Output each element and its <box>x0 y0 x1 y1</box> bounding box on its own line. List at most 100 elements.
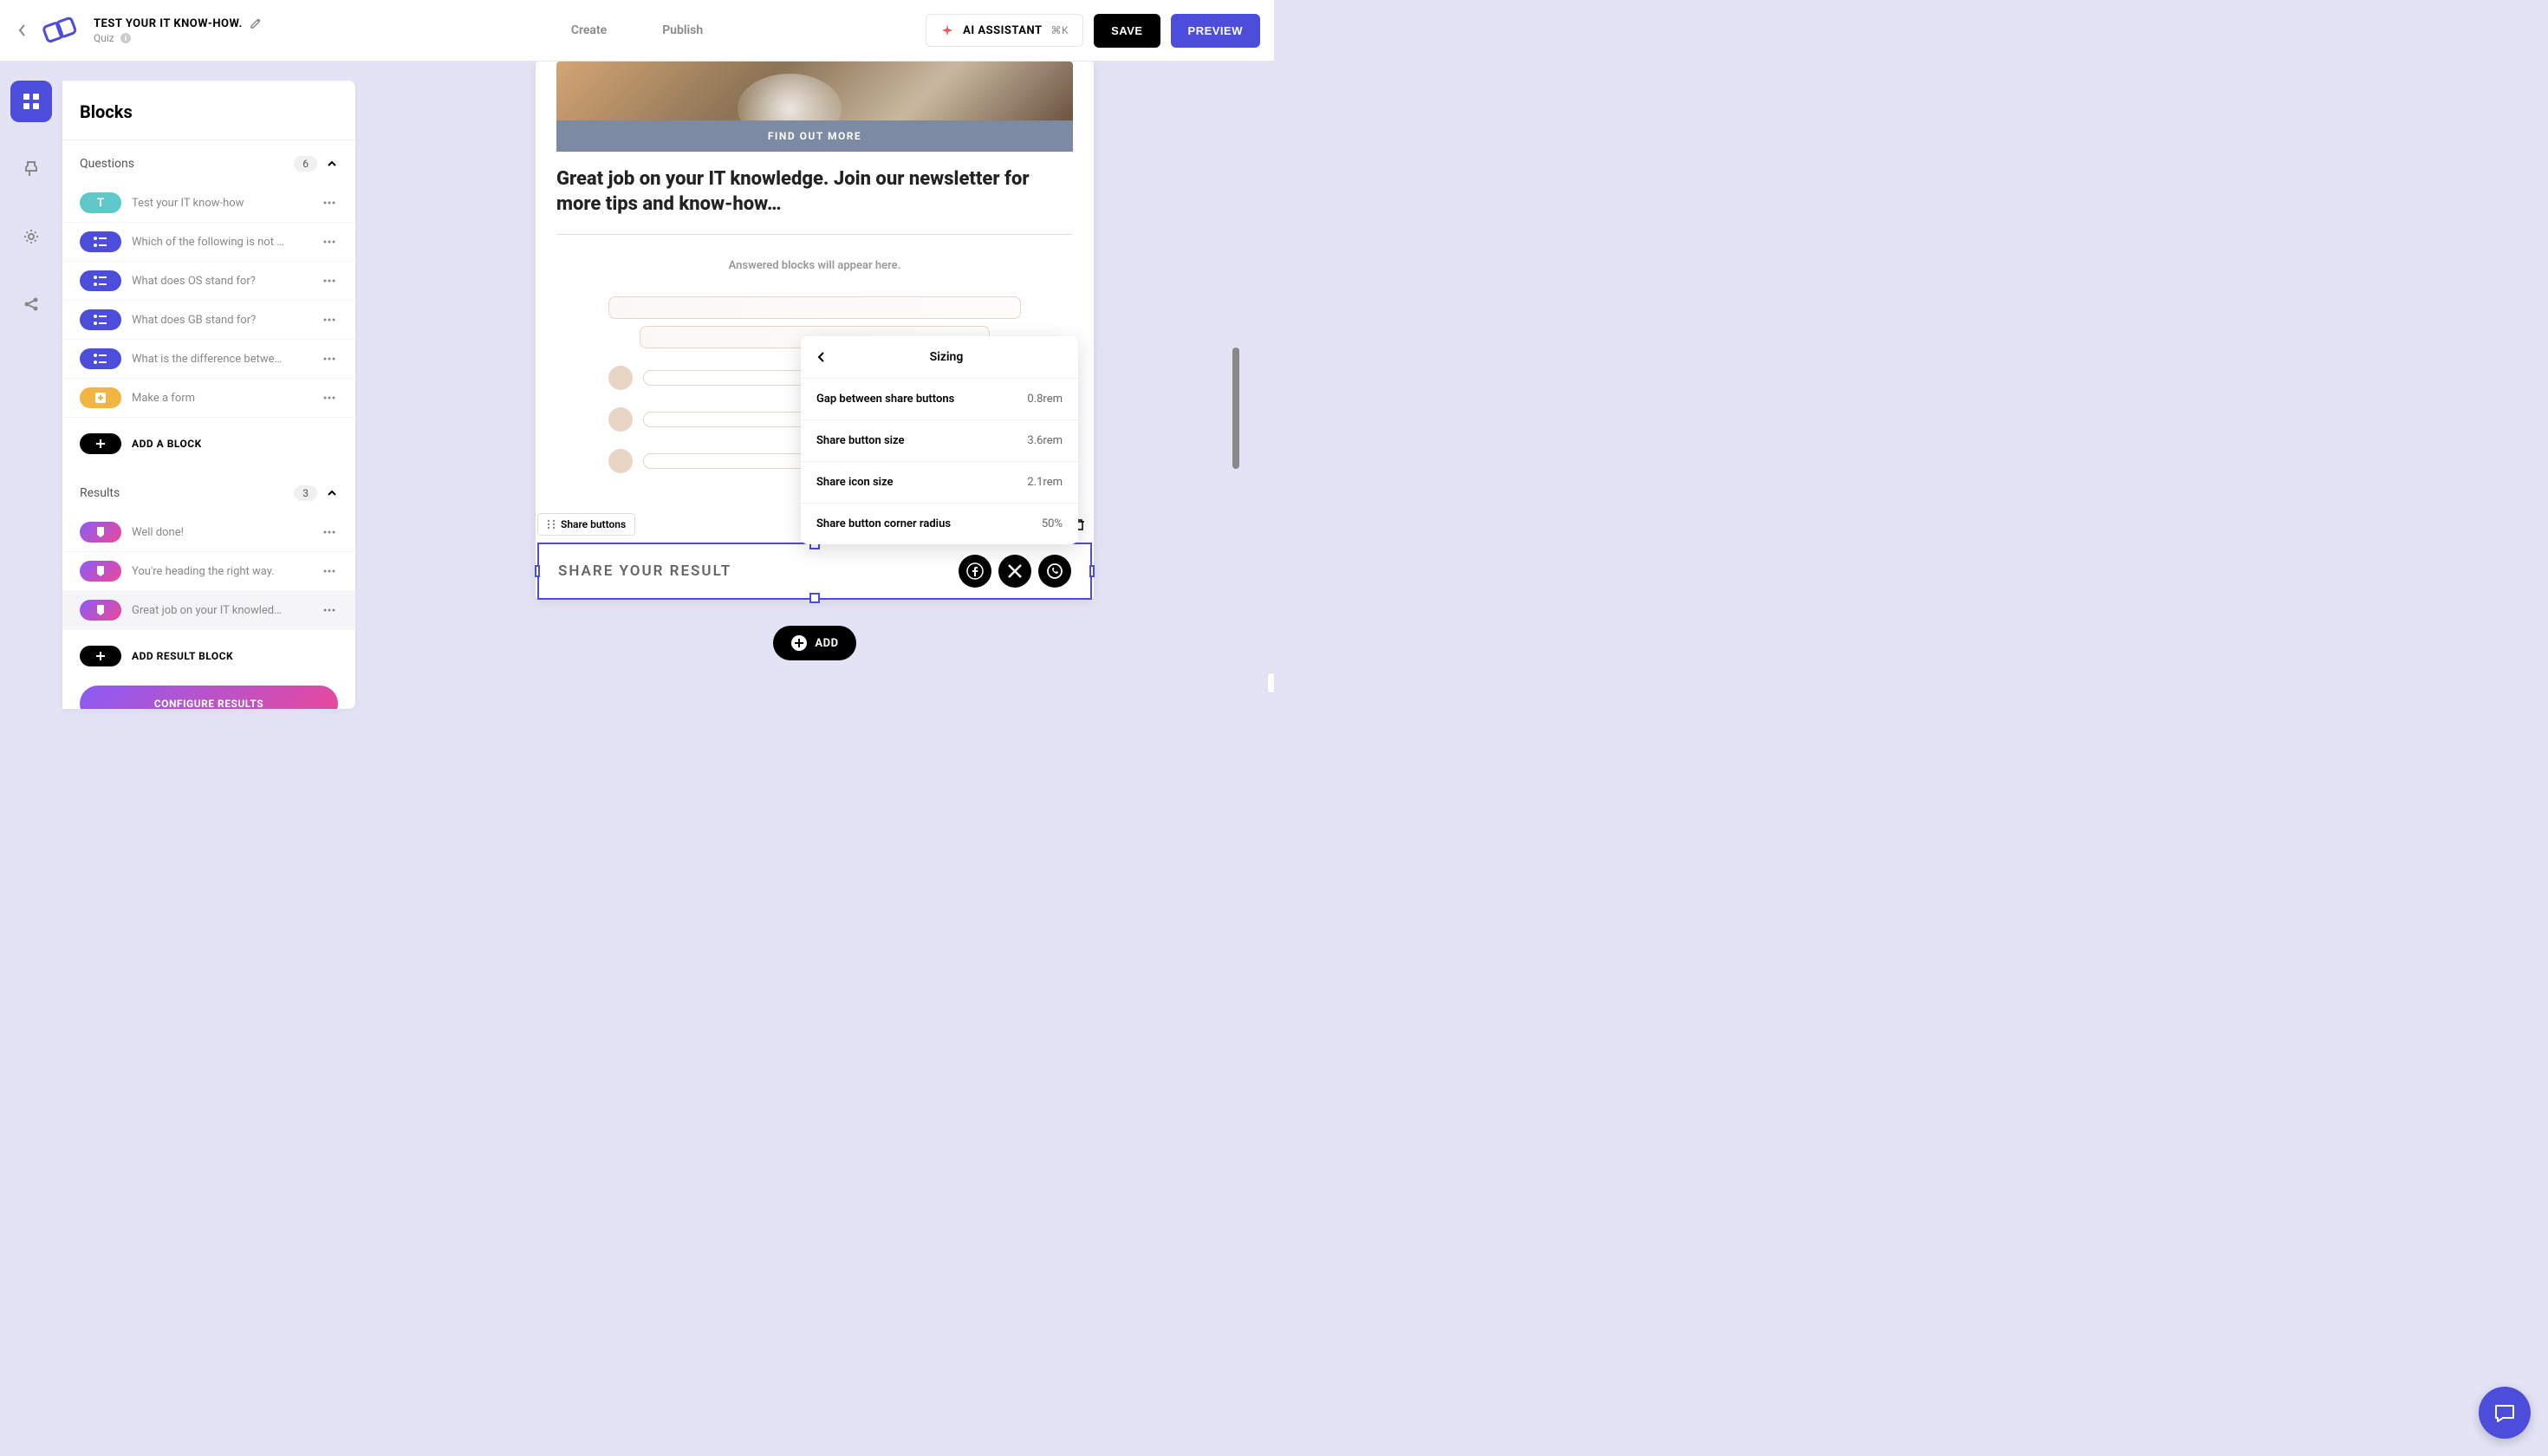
question-item-2[interactable]: What does OS stand for? <box>62 262 355 301</box>
sizing-label: Share icon size <box>816 476 894 489</box>
info-icon[interactable]: i <box>120 32 132 44</box>
question-label: What does GB stand for? <box>132 314 310 327</box>
back-button[interactable] <box>14 22 31 39</box>
whatsapp-icon <box>1046 562 1063 580</box>
chat-help-button[interactable] <box>2479 1387 2531 1439</box>
share-icon <box>23 296 40 313</box>
grid-icon <box>23 93 40 110</box>
resize-handle-right[interactable] <box>1089 565 1095 577</box>
more-icon[interactable] <box>321 272 338 289</box>
ai-assistant-button[interactable]: AI ASSISTANT ⌘K <box>926 14 1083 47</box>
add-block-button[interactable]: ADD A BLOCK <box>80 428 338 459</box>
tab-create[interactable]: Create <box>561 16 617 44</box>
question-item-0[interactable]: T Test your IT know-how <box>62 184 355 223</box>
share-block-handle[interactable]: Share buttons <box>537 513 635 536</box>
x-icon <box>1007 563 1023 579</box>
hero-image[interactable] <box>556 62 1073 120</box>
edit-title-button[interactable] <box>250 17 262 29</box>
tab-publish[interactable]: Publish <box>652 16 713 44</box>
share-text[interactable]: SHARE YOUR RESULT <box>558 562 731 580</box>
sizing-value[interactable]: 3.6rem <box>1027 434 1063 447</box>
gear-icon <box>23 228 40 245</box>
add-element-button[interactable]: ADD <box>773 626 855 660</box>
plus-circle-icon <box>790 634 808 652</box>
sizing-row-radius[interactable]: Share button corner radius 50% <box>801 504 1078 544</box>
chevron-left-icon <box>18 23 27 37</box>
app-logo[interactable] <box>38 13 83 48</box>
result-label: You're heading the right way. <box>132 565 310 578</box>
sizing-row-button-size[interactable]: Share button size 3.6rem <box>801 420 1078 462</box>
sizing-row-gap[interactable]: Gap between share buttons 0.8rem <box>801 379 1078 420</box>
scrollbar[interactable] <box>1231 62 1239 668</box>
drag-icon <box>547 519 556 530</box>
share-facebook-button[interactable] <box>959 555 991 588</box>
more-icon[interactable] <box>321 389 338 406</box>
facebook-icon <box>966 562 984 580</box>
choice-block-icon <box>80 348 121 369</box>
title-block: TEST YOUR IT KNOW-HOW. Quiz i <box>94 17 262 44</box>
sizing-back-button[interactable] <box>816 350 830 364</box>
sizing-value[interactable]: 0.8rem <box>1027 393 1063 406</box>
more-icon[interactable] <box>321 350 338 367</box>
share-block: Share buttons SHARE YOUR RESULT <box>537 543 1092 600</box>
choice-block-icon <box>80 270 121 291</box>
choice-block-icon <box>80 309 121 330</box>
project-type: Quiz <box>94 32 114 44</box>
add-result-label: ADD RESULT BLOCK <box>132 650 233 662</box>
hero-cta-button[interactable]: FIND OUT MORE <box>556 120 1073 152</box>
question-label: Test your IT know-how <box>132 197 310 210</box>
question-label: Make a form <box>132 392 310 405</box>
project-title: TEST YOUR IT KNOW-HOW. <box>94 17 243 30</box>
scrollbar-thumb[interactable] <box>1232 348 1239 469</box>
share-whatsapp-button[interactable] <box>1038 555 1071 588</box>
result-item-2[interactable]: Great job on your IT knowled… <box>62 591 355 630</box>
rail-blocks-button[interactable] <box>10 81 52 122</box>
canvas-resize-handle[interactable] <box>1267 673 1274 693</box>
more-icon[interactable] <box>321 601 338 619</box>
plus-icon <box>95 651 106 661</box>
rail-share-button[interactable] <box>10 283 52 325</box>
more-icon[interactable] <box>321 562 338 580</box>
resize-handle-left[interactable] <box>535 565 540 577</box>
preview-button[interactable]: PREVIEW <box>1171 14 1260 48</box>
questions-label: Questions <box>80 157 294 171</box>
questions-section-header[interactable]: Questions 6 <box>62 140 355 184</box>
pencil-icon <box>250 17 262 29</box>
question-item-1[interactable]: Which of the following is not … <box>62 223 355 262</box>
rail-settings-button[interactable] <box>10 216 52 257</box>
questions-count: 6 <box>294 156 317 172</box>
add-block-label: ADD A BLOCK <box>132 438 202 450</box>
sizing-row-icon-size[interactable]: Share icon size 2.1rem <box>801 462 1078 504</box>
sizing-label: Share button corner radius <box>816 517 951 530</box>
sizing-label: Gap between share buttons <box>816 393 954 406</box>
question-item-5[interactable]: Make a form <box>62 379 355 418</box>
share-x-button[interactable] <box>998 555 1031 588</box>
choice-block-icon <box>80 231 121 252</box>
results-section-header[interactable]: Results 3 <box>62 470 355 513</box>
result-item-0[interactable]: Well done! <box>62 513 355 552</box>
save-button[interactable]: SAVE <box>1094 14 1160 48</box>
hero-headline[interactable]: Great job on your IT knowledge. Join our… <box>536 152 1094 234</box>
text-block-icon: T <box>80 192 121 213</box>
form-block-icon <box>80 387 121 408</box>
rail-design-button[interactable] <box>10 148 52 190</box>
share-block-title: Share buttons <box>561 518 626 530</box>
sizing-value[interactable]: 50% <box>1042 517 1063 530</box>
sizing-title: Sizing <box>830 350 1063 364</box>
more-icon[interactable] <box>321 233 338 250</box>
result-item-1[interactable]: You're heading the right way. <box>62 552 355 591</box>
more-icon[interactable] <box>321 523 338 541</box>
configure-results-button[interactable]: CONFIGURE RESULTS <box>80 686 338 709</box>
more-icon[interactable] <box>321 311 338 328</box>
drag-icon <box>1273 677 1274 689</box>
blocks-sidebar: Blocks Questions 6 T Test your IT know-h… <box>62 81 355 709</box>
more-icon[interactable] <box>321 194 338 211</box>
share-row[interactable]: SHARE YOUR RESULT <box>537 543 1092 600</box>
question-item-4[interactable]: What is the difference betwe… <box>62 340 355 379</box>
question-item-3[interactable]: What does GB stand for? <box>62 301 355 340</box>
add-result-button[interactable]: ADD RESULT BLOCK <box>80 640 338 672</box>
plus-icon <box>95 439 106 449</box>
result-label: Well done! <box>132 526 310 539</box>
ai-shortcut: ⌘K <box>1051 24 1069 36</box>
sizing-value[interactable]: 2.1rem <box>1027 476 1063 489</box>
